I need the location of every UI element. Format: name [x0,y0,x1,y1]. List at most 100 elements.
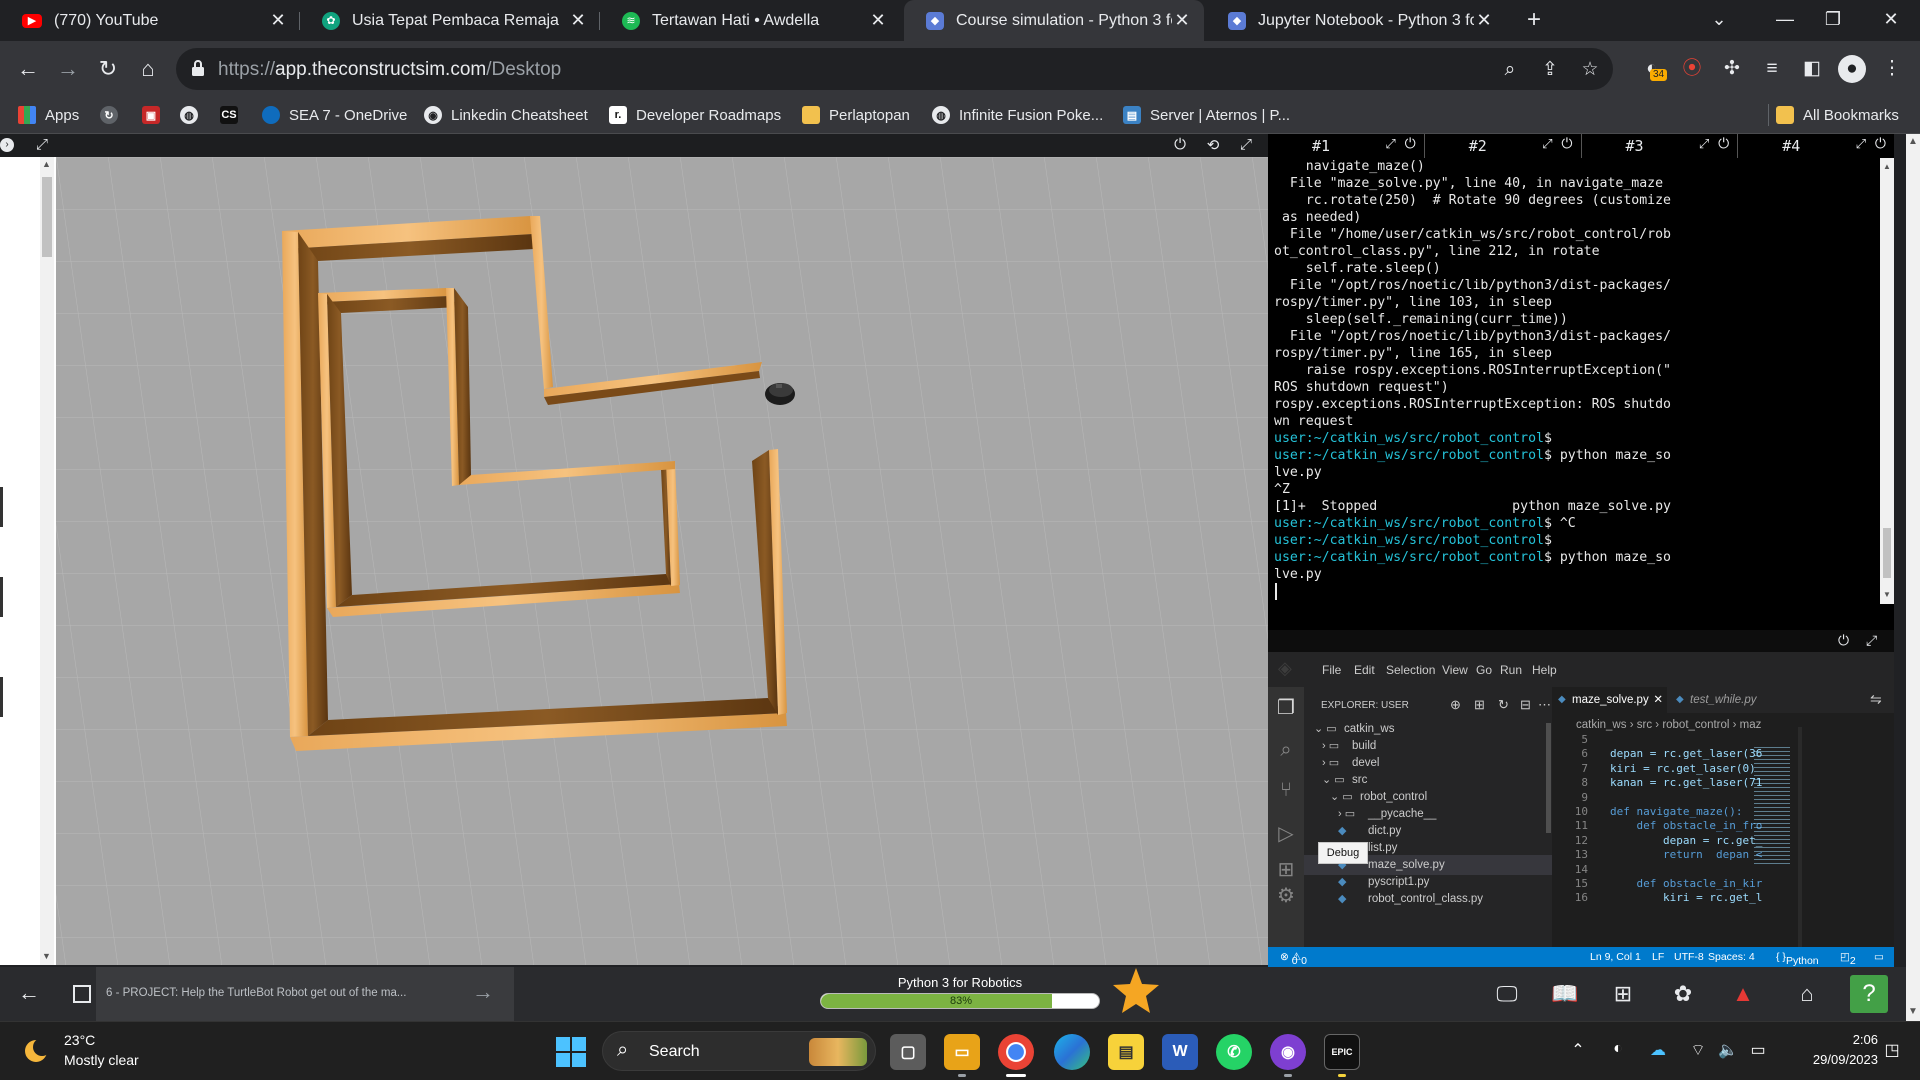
menu-go[interactable]: Go [1476,663,1492,677]
terminal-tab-2[interactable]: #2 ⤢ ⏻ [1425,134,1582,158]
run-debug-icon[interactable]: ▷ [1274,821,1298,845]
battery-icon[interactable]: ▭ [1746,1040,1770,1060]
explorer-scroll-thumb[interactable] [1546,723,1551,833]
gazebo-3d-viewport[interactable] [56,157,1268,965]
tab-chatgpt[interactable]: ✿ Usia Tepat Pembaca Remaja ✕ [300,0,600,41]
close-tab-icon[interactable]: ✕ [268,10,288,31]
lock-icon[interactable] [190,59,206,77]
minimap[interactable] [1754,747,1790,867]
media-queue-icon[interactable]: ≡ [1758,55,1786,83]
desktop-view-icon[interactable]: 🖵 [1492,979,1522,1009]
editor-area[interactable]: ◆ maze_solve.py ✕ ◆ test_while.py ⇋ catkin_… [1552,687,1894,947]
home-icon[interactable]: ⌂ [1792,979,1822,1009]
collapse-all-icon[interactable]: ⊟ [1520,697,1531,713]
end-of-line[interactable]: LF [1652,951,1664,963]
tab-jupyter[interactable]: ◆ Jupyter Notebook - Python 3 for ✕ [1206,0,1506,41]
breadcrumb-item[interactable]: robot_control [1662,719,1729,731]
weather-temperature[interactable]: 23°C [64,1032,95,1048]
lesson-title[interactable]: 6 - PROJECT: Help the TurtleBot Robot ge… [106,987,406,999]
tray-overflow-icon[interactable]: ⌃ [1566,1040,1590,1060]
settings-gear-icon[interactable]: ⚙ [1274,883,1298,907]
expand-icon[interactable]: ⤢ [1856,137,1866,152]
bookmark-red-site[interactable]: ▣ [142,103,169,127]
tab-youtube[interactable]: ▶ (770) YouTube ✕ [0,0,300,41]
record-extension-icon[interactable]: ⦿ [1678,55,1706,83]
explorer-item[interactable]: ◆ robot_control_class.py [1304,889,1552,909]
bookmark-globe[interactable]: ◍ [180,103,207,127]
gazebo-expand-icon[interactable]: ⤢ [32,136,52,153]
close-tab-icon[interactable]: ✕ [868,10,888,31]
expand-icon[interactable]: ⤢ [1699,137,1709,152]
reload-button[interactable]: ↻ [92,53,124,85]
language-mode[interactable]: { } Python [1776,951,1819,967]
gazebo-fullscreen-icon[interactable]: ⤢ [1236,136,1256,153]
close-tab-icon[interactable]: ✕ [1474,10,1494,31]
notifications-status[interactable]: ◰ 2 [1840,951,1856,967]
new-tab-button[interactable]: + [1520,6,1548,34]
bookmark-refresh-site[interactable]: ↻ [100,103,127,127]
github-desktop-icon[interactable]: ◉ [1270,1034,1306,1070]
more-actions-icon[interactable]: ⋯ [1538,697,1551,713]
reload-icon[interactable]: ⏻ [1875,136,1886,152]
clock-date[interactable]: 29/09/2023 [1800,1052,1878,1067]
bookmark-aternos[interactable]: ▤ Server | Aternos | P... [1123,103,1290,127]
previous-lesson-button[interactable]: ← [18,980,40,1006]
ide-reload-icon[interactable]: ⏻ [1838,632,1849,649]
volume-icon[interactable]: 🔈 [1716,1040,1740,1060]
sticky-notes-icon[interactable]: ▤ [1108,1034,1144,1070]
refresh-explorer-icon[interactable]: ↻ [1498,697,1509,713]
tab-course-simulation[interactable]: ◆ Course simulation - Python 3 for ✕ [904,0,1204,41]
bookmark-infinite-fusion[interactable]: ◍ Infinite Fusion Poke... [932,103,1103,127]
turtlebot-robot[interactable] [765,383,795,405]
terminal-scrollbar[interactable]: ▲ ▼ [1880,158,1894,604]
epic-games-icon[interactable]: EPIC [1324,1034,1360,1070]
address-bar[interactable]: https://app.theconstructsim.com/Desktop … [176,48,1613,90]
edge-icon[interactable] [1054,1034,1090,1070]
scroll-thumb[interactable] [42,177,52,257]
file-encoding[interactable]: UTF-8 [1674,951,1704,963]
restore-button[interactable]: ❐ [1808,0,1858,41]
weather-description[interactable]: Mostly clear [64,1052,139,1068]
chrome-menu-icon[interactable]: ⋮ [1878,55,1906,83]
ide-fullscreen-icon[interactable]: ⤢ [1866,632,1877,649]
scroll-thumb[interactable] [1883,528,1891,578]
menu-edit[interactable]: Edit [1354,663,1375,677]
layout-grid-icon[interactable]: ⊞ [1608,979,1638,1009]
onedrive-tray-icon[interactable]: ☁ [1646,1040,1670,1060]
indentation[interactable]: Spaces: 4 [1708,951,1755,963]
layout-icon[interactable]: ▭ [1874,951,1884,963]
problems-status[interactable]: ⊗ 0 ⚠ 0 [1280,951,1307,967]
scroll-down-icon[interactable]: ▼ [42,951,51,961]
gazebo-refresh-icon[interactable]: ⟲ [1203,136,1223,154]
new-file-icon[interactable]: ⊕ [1450,697,1461,713]
widget-icon[interactable]: ▢ [890,1034,926,1070]
scroll-up-icon[interactable]: ▲ [1883,162,1891,171]
windows-start-icon[interactable] [556,1037,586,1067]
weather-moon-icon[interactable] [22,1036,52,1066]
star-icon[interactable] [1110,965,1162,1017]
extensions-puzzle-icon[interactable]: ✣ [1718,55,1746,83]
gazebo-menu-icon[interactable]: › [0,138,14,152]
minimize-button[interactable]: — [1760,0,1810,41]
all-bookmarks-folder[interactable]: All Bookmarks [1776,103,1899,127]
editor-scrollbar[interactable] [1798,727,1802,947]
scroll-up-icon[interactable]: ▲ [42,159,51,169]
chrome-icon[interactable] [998,1034,1034,1070]
breadcrumb-item[interactable]: maz [1740,719,1762,731]
menu-run[interactable]: Run [1500,663,1522,677]
reload-icon[interactable]: ⏻ [1405,136,1416,152]
whatsapp-icon[interactable]: ✆ [1216,1034,1252,1070]
expand-icon[interactable]: ⤢ [1542,137,1552,152]
menu-help[interactable]: Help [1532,663,1557,677]
bookmark-apps[interactable]: Apps [18,103,79,127]
close-tab-icon[interactable]: ✕ [1172,10,1192,31]
lesson-notebook-icon[interactable] [73,985,91,1003]
share-icon[interactable]: ⇪ [1538,58,1562,82]
tab-spotify[interactable]: ≋ Tertawan Hati • Awdella ✕ [600,0,900,41]
terminal-tab-4[interactable]: #4 ⤢ ⏻ [1738,134,1894,158]
bookmark-onedrive[interactable]: SEA 7 - OneDrive [262,103,407,127]
reload-icon[interactable]: ⏻ [1718,136,1729,152]
close-tab-icon[interactable]: ✕ [1653,687,1663,713]
taskbar-search[interactable]: ⌕ Search [602,1031,876,1071]
back-button[interactable]: ← [12,53,44,85]
